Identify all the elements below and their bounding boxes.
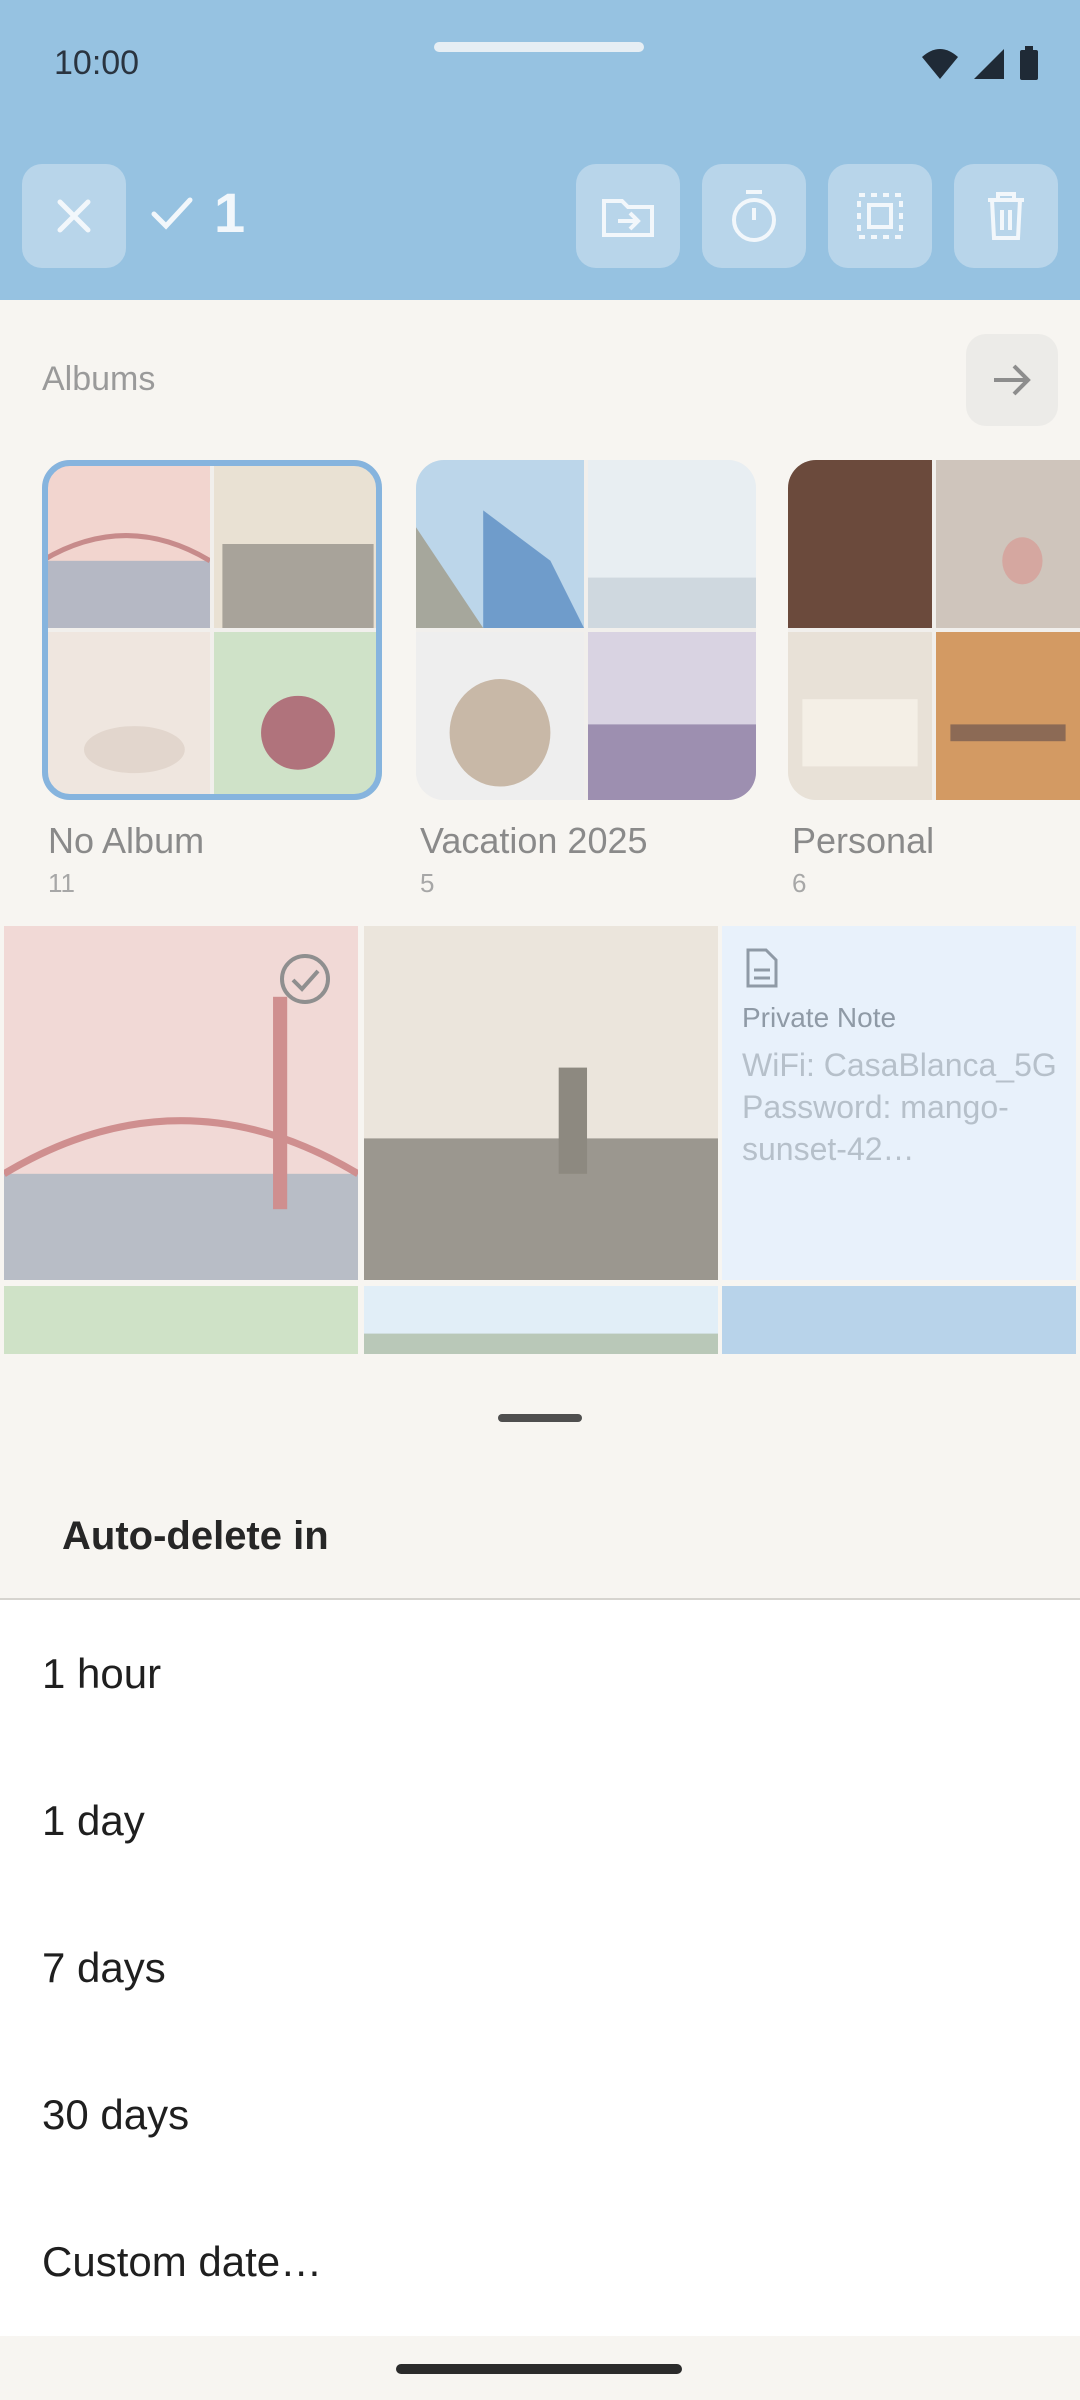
close-icon	[57, 199, 91, 233]
document-icon	[746, 948, 778, 988]
photo-image	[364, 1286, 718, 1354]
arrow-right-icon	[994, 364, 1031, 396]
close-selection-button[interactable]	[22, 164, 126, 268]
status-icons	[920, 46, 1040, 82]
selected-check-icon[interactable]	[278, 952, 332, 1006]
album-thumb-book	[788, 632, 932, 800]
option-30-days[interactable]: 30 days	[42, 2091, 189, 2139]
selected-count: 1	[214, 181, 246, 244]
photo-sky-trees[interactable]	[364, 1286, 718, 1354]
album-thumb-tea	[42, 632, 210, 800]
album-thumb-fjord	[416, 460, 584, 628]
check-icon	[151, 197, 193, 230]
photo-image	[4, 1286, 358, 1354]
auto-delete-timer-button[interactable]	[702, 164, 806, 268]
photo-blue-sky[interactable]	[722, 1286, 1076, 1354]
album-personal[interactable]	[788, 460, 1080, 800]
album-thumb-bench	[936, 632, 1080, 800]
album-name: Personal	[792, 820, 935, 861]
sheet-drag-handle[interactable]	[498, 1414, 582, 1422]
album-count: 11	[48, 868, 75, 898]
album-vacation-2025[interactable]	[416, 460, 756, 800]
gesture-nav-bar[interactable]	[396, 2364, 682, 2374]
photo-image	[364, 926, 718, 1280]
trash-icon	[988, 192, 1024, 240]
album-thumb-cat	[936, 460, 1080, 628]
album-no-album[interactable]	[42, 460, 382, 800]
album-thumb-food	[214, 632, 382, 800]
folder-move-icon	[602, 199, 654, 237]
photo-salad[interactable]	[4, 1286, 358, 1354]
battery-icon	[1020, 46, 1038, 80]
albums-see-all-button[interactable]	[966, 334, 1058, 426]
album-thumb-city	[214, 460, 382, 628]
top-handle	[434, 42, 644, 52]
select-all-icon	[857, 193, 903, 239]
option-7-days[interactable]: 7 days	[42, 1944, 166, 1992]
album-thumb-canal	[588, 632, 756, 800]
photo-city-skyline[interactable]	[364, 926, 718, 1280]
note-body: WiFi: CasaBlanca_5G Password: mango-suns…	[742, 1047, 1057, 1167]
timer-icon	[732, 190, 776, 242]
album-name: Vacation 2025	[420, 820, 648, 861]
album-thumb-pelican	[588, 460, 756, 628]
albums-header: Albums	[42, 360, 156, 398]
option-1-day[interactable]: 1 day	[42, 1797, 145, 1845]
move-to-album-button[interactable]	[576, 164, 680, 268]
album-count: 6	[792, 868, 807, 898]
album-count: 5	[420, 868, 435, 898]
photo-image	[722, 1286, 1076, 1354]
option-1-hour[interactable]: 1 hour	[42, 1650, 161, 1698]
album-name: No Album	[48, 820, 205, 861]
album-thumb-bridge	[42, 460, 210, 628]
signal-icon	[974, 49, 1004, 79]
note-title: Private Note	[742, 1002, 897, 1033]
album-thumb-coyote	[416, 632, 584, 800]
select-all-button[interactable]	[828, 164, 932, 268]
sheet-title: Auto-delete in	[62, 1514, 329, 1558]
wifi-icon	[922, 49, 958, 79]
delete-button[interactable]	[954, 164, 1058, 268]
album-thumb-coffee	[788, 460, 932, 628]
option-custom-date[interactable]: Custom date…	[42, 2238, 322, 2286]
status-time: 10:00	[54, 44, 140, 82]
